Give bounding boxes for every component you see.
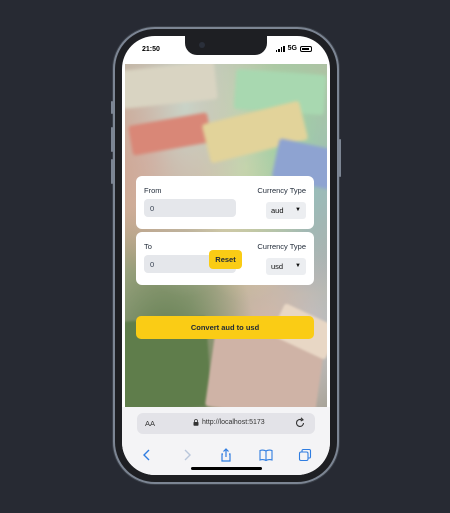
bookmarks-icon[interactable] [259,448,273,462]
from-currency-select[interactable]: aud ▼ [266,202,306,219]
mute-switch [111,101,113,114]
convert-button[interactable]: Convert aud to usd [136,316,314,339]
from-currency-value: aud [271,206,284,215]
back-icon[interactable] [140,448,154,462]
power-button [339,139,341,177]
from-currency-type-label: Currency Type [257,186,306,195]
url-display: http://localhost:5173 [193,419,265,426]
front-camera [199,42,205,48]
currency-background: From Currency Type aud ▼ To Currency Typ… [125,64,327,407]
safari-toolbar [122,444,330,464]
network-label: 5G [287,45,297,52]
reset-button[interactable]: Reset [209,250,242,269]
volume-down-button [111,159,113,184]
tabs-icon[interactable] [298,448,312,462]
address-bar[interactable]: AA http://localhost:5173 [137,413,315,434]
volume-up-button [111,127,113,152]
from-label: From [144,186,162,195]
battery-icon [300,45,312,52]
chevron-down-icon: ▼ [295,207,301,213]
home-indicator [191,467,262,470]
to-label: To [144,242,152,251]
chevron-down-icon: ▼ [295,263,301,269]
status-icons: 5G [275,45,312,52]
to-currency-value: usd [271,262,284,271]
url-text: http://localhost:5173 [202,419,265,426]
signal-icon [275,45,285,52]
lock-icon [193,419,199,426]
forward-icon[interactable] [180,448,194,462]
banknote-image [125,64,218,109]
share-icon[interactable] [219,448,233,462]
to-currency-type-label: Currency Type [257,242,306,251]
from-card: From Currency Type aud ▼ [136,176,314,229]
status-time: 21:50 [142,46,160,53]
reload-icon[interactable] [293,416,307,430]
from-amount-input[interactable] [144,199,236,217]
phone-frame: 21:50 5G From Currency Type 0 aud ▼ To C… [111,29,341,482]
phone-screen: 21:50 5G From Currency Type 0 aud ▼ To C… [122,36,330,475]
to-currency-select[interactable]: usd ▼ [266,258,306,275]
notch [185,36,267,55]
text-size-button[interactable]: AA [145,419,155,428]
safari-bottom-bar: AA http://localhost:5173 [122,407,330,475]
banknote-image [128,112,212,156]
